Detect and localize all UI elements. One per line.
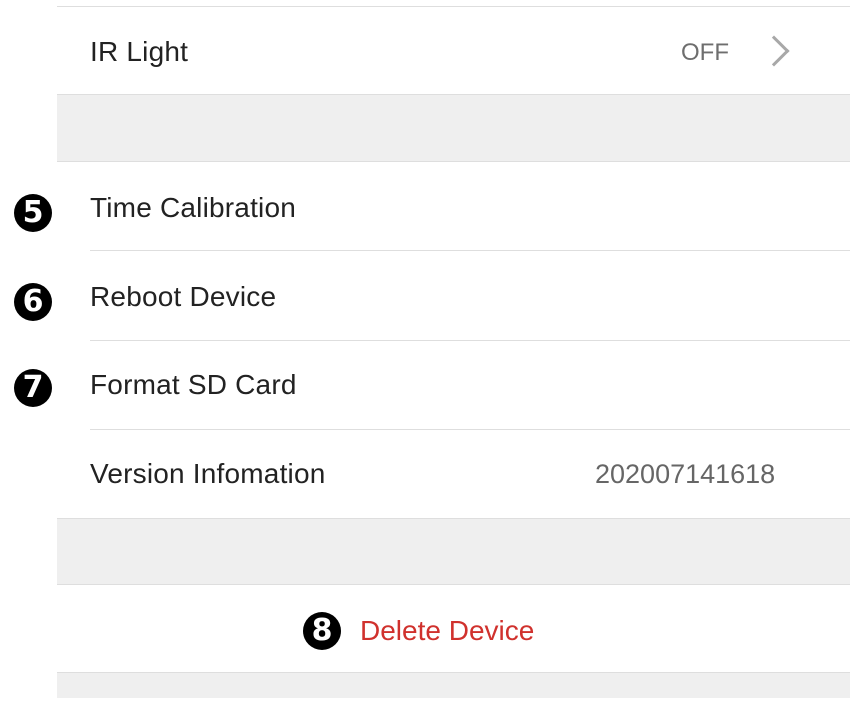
device-settings-screen: IR Light OFF Time Calibration Reboot Dev… (0, 0, 865, 705)
step-6-icon: 6 (14, 283, 52, 321)
step-7-icon: 7 (14, 369, 52, 407)
step-8-icon: 8 (303, 612, 341, 650)
step-5-icon: 5 (14, 194, 52, 232)
section-gap (57, 95, 850, 162)
delete-device-row[interactable]: Delete Device (57, 585, 850, 672)
format-sd-card-row[interactable]: Format SD Card (57, 341, 850, 429)
time-calibration-row[interactable]: Time Calibration (57, 162, 850, 250)
delete-device-button[interactable]: Delete Device (360, 615, 534, 647)
format-sd-card-label: Format SD Card (90, 369, 297, 400)
chevron-right-icon (758, 35, 790, 67)
ir-light-row[interactable]: IR Light OFF (57, 7, 850, 94)
time-calibration-label: Time Calibration (90, 192, 297, 223)
version-info-label: Version Infomation (90, 458, 326, 489)
ir-light-value: OFF (681, 39, 729, 66)
reboot-device-label: Reboot Device (90, 281, 277, 312)
section-gap (57, 673, 850, 698)
section-gap (57, 519, 850, 584)
version-info-row: Version Infomation 202007141618 (57, 430, 850, 518)
ir-light-label: IR Light (90, 36, 189, 67)
version-info-value: 202007141618 (595, 459, 776, 489)
reboot-device-row[interactable]: Reboot Device (57, 251, 850, 340)
